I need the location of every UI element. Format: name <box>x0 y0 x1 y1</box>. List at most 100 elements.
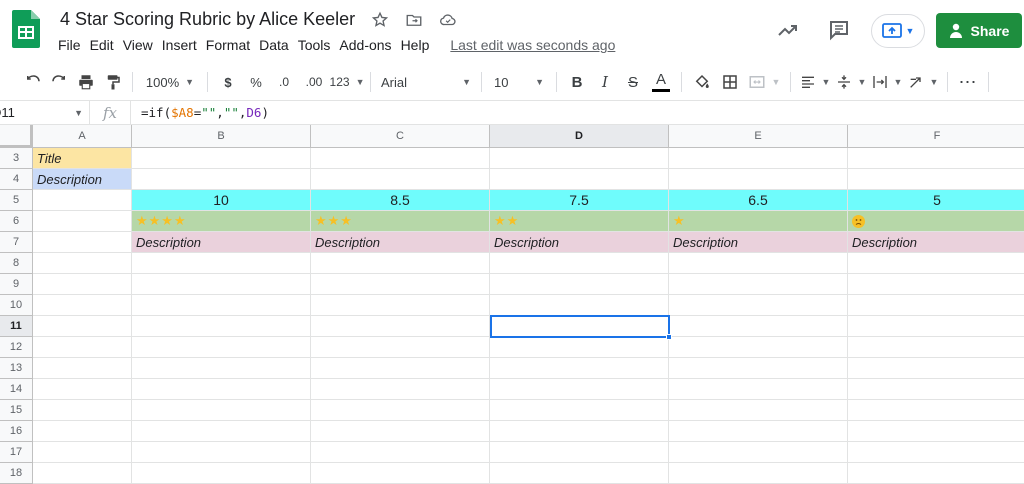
empty-cell[interactable] <box>490 442 669 463</box>
column-header-c[interactable]: C <box>311 125 490 148</box>
menu-edit[interactable]: Edit <box>90 37 121 53</box>
empty-cell[interactable] <box>490 148 669 169</box>
empty-cell[interactable] <box>33 400 132 421</box>
row-header[interactable]: 6 <box>0 211 33 232</box>
empty-cell[interactable] <box>311 274 490 295</box>
row-header[interactable]: 10 <box>0 295 33 316</box>
empty-cell[interactable] <box>33 190 132 211</box>
empty-cell[interactable] <box>490 253 669 274</box>
empty-cell[interactable] <box>33 253 132 274</box>
empty-cell[interactable] <box>132 442 311 463</box>
empty-cell[interactable] <box>490 400 669 421</box>
redo-icon[interactable] <box>46 69 72 95</box>
menu-file[interactable]: File <box>58 37 88 53</box>
cell-b7[interactable]: Description <box>132 232 311 253</box>
move-folder-icon[interactable] <box>404 10 424 30</box>
menu-tools[interactable]: Tools <box>298 37 338 53</box>
last-edit-link[interactable]: Last edit was seconds ago <box>450 37 622 53</box>
cell-d6[interactable]: ★★ <box>490 211 669 232</box>
empty-cell[interactable] <box>669 274 848 295</box>
cell-c7[interactable]: Description <box>311 232 490 253</box>
empty-cell[interactable] <box>132 358 311 379</box>
empty-cell[interactable] <box>132 400 311 421</box>
row-header[interactable]: 11 <box>0 316 33 337</box>
more-options-icon[interactable]: ⋯ <box>954 69 982 95</box>
empty-cell[interactable] <box>311 442 490 463</box>
empty-cell[interactable] <box>311 295 490 316</box>
empty-cell[interactable] <box>490 295 669 316</box>
row-header[interactable]: 8 <box>0 253 33 274</box>
cell-f6[interactable] <box>848 211 1024 232</box>
empty-cell[interactable] <box>33 337 132 358</box>
menu-help[interactable]: Help <box>401 37 437 53</box>
menu-data[interactable]: Data <box>259 37 296 53</box>
empty-cell[interactable] <box>848 169 1024 190</box>
empty-cell[interactable] <box>33 463 132 484</box>
empty-cell[interactable] <box>132 169 311 190</box>
cell-c6[interactable]: ★★★ <box>311 211 490 232</box>
cell-f5[interactable]: 5 <box>848 190 1024 211</box>
empty-cell[interactable] <box>669 421 848 442</box>
share-button[interactable]: Share <box>936 13 1022 48</box>
empty-cell[interactable] <box>848 379 1024 400</box>
empty-cell[interactable] <box>311 253 490 274</box>
paint-format-icon[interactable] <box>100 69 126 95</box>
cell-c5[interactable]: 8.5 <box>311 190 490 211</box>
text-wrap-icon[interactable]: ▼ <box>869 69 905 95</box>
row-header[interactable]: 18 <box>0 463 33 484</box>
empty-cell[interactable] <box>669 379 848 400</box>
merge-cells-icon[interactable]: ▼ <box>744 69 784 95</box>
empty-cell[interactable] <box>669 148 848 169</box>
empty-cell[interactable] <box>33 232 132 253</box>
empty-cell[interactable] <box>848 316 1024 337</box>
cell-d5[interactable]: 7.5 <box>490 190 669 211</box>
more-formats-select[interactable]: 123 ▼ <box>330 69 365 95</box>
empty-cell[interactable] <box>848 295 1024 316</box>
empty-cell[interactable] <box>848 400 1024 421</box>
empty-cell[interactable] <box>848 148 1024 169</box>
fill-handle[interactable] <box>666 334 672 340</box>
strikethrough-button[interactable]: S <box>619 69 647 95</box>
row-header[interactable]: 5 <box>0 190 33 211</box>
increase-decimal-button[interactable]: .00 <box>298 69 330 95</box>
horizontal-align-icon[interactable]: ▼ <box>797 69 833 95</box>
comment-icon[interactable] <box>827 18 851 47</box>
name-box[interactable]: D11 ▼ <box>0 101 90 124</box>
cell-f7[interactable]: Description <box>848 232 1024 253</box>
text-rotation-icon[interactable]: ▼ <box>905 69 941 95</box>
column-header-d[interactable]: D <box>490 125 669 148</box>
formula-input[interactable]: =if($A8 = "", "", D6) <box>130 101 269 124</box>
empty-cell[interactable] <box>669 169 848 190</box>
zoom-select[interactable]: 100% ▼ <box>139 69 201 95</box>
text-color-button[interactable]: A <box>647 69 675 95</box>
empty-cell[interactable] <box>33 211 132 232</box>
empty-cell[interactable] <box>33 316 132 337</box>
cell-b5[interactable]: 10 <box>132 190 311 211</box>
empty-cell[interactable] <box>132 379 311 400</box>
empty-cell[interactable] <box>311 400 490 421</box>
cloud-saved-icon[interactable] <box>438 10 458 30</box>
empty-cell[interactable] <box>490 274 669 295</box>
empty-cell[interactable] <box>132 148 311 169</box>
percent-format-button[interactable]: % <box>242 69 270 95</box>
empty-cell[interactable] <box>490 379 669 400</box>
empty-cell[interactable] <box>848 463 1024 484</box>
star-icon[interactable] <box>370 10 390 30</box>
empty-cell[interactable] <box>848 274 1024 295</box>
menu-addons[interactable]: Add-ons <box>339 37 398 53</box>
present-button[interactable]: ▼ <box>871 14 925 48</box>
empty-cell[interactable] <box>669 400 848 421</box>
italic-button[interactable]: I <box>591 69 619 95</box>
cell-e5[interactable]: 6.5 <box>669 190 848 211</box>
empty-cell[interactable] <box>132 253 311 274</box>
empty-cell[interactable] <box>848 337 1024 358</box>
empty-cell[interactable] <box>311 337 490 358</box>
empty-cell[interactable] <box>311 148 490 169</box>
empty-cell[interactable] <box>490 463 669 484</box>
empty-cell[interactable] <box>848 358 1024 379</box>
menu-view[interactable]: View <box>123 37 160 53</box>
empty-cell[interactable] <box>311 169 490 190</box>
empty-cell[interactable] <box>669 316 848 337</box>
row-header[interactable]: 12 <box>0 337 33 358</box>
empty-cell[interactable] <box>33 274 132 295</box>
